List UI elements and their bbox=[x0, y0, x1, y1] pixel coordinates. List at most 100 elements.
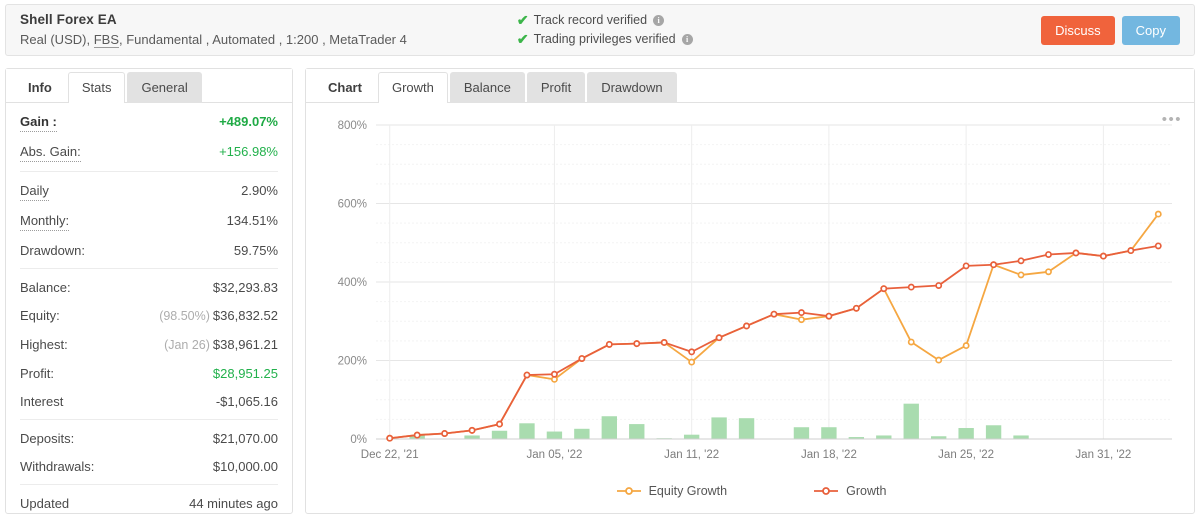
chart-point[interactable] bbox=[468, 426, 476, 434]
chart-point[interactable] bbox=[496, 420, 503, 428]
stat-value-wrap: 59.75% bbox=[234, 242, 278, 259]
page-title: Shell Forex EA bbox=[20, 12, 117, 27]
chart-line-equity-growth bbox=[389, 213, 1159, 440]
chart-point[interactable] bbox=[1017, 257, 1025, 265]
chart-point[interactable] bbox=[1154, 210, 1162, 218]
chart-tab-growth[interactable]: Growth bbox=[377, 72, 448, 103]
account-header: Shell Forex EA Real (USD), FBS, Fundamen… bbox=[5, 4, 1195, 56]
x-axis-tick-label: Jan 05, '22 bbox=[526, 449, 582, 461]
chart-point[interactable] bbox=[633, 340, 641, 348]
chart-point[interactable] bbox=[797, 309, 805, 317]
stat-value-wrap: $21,070.00 bbox=[213, 430, 278, 447]
stats-tab-stats[interactable]: Stats bbox=[67, 72, 126, 103]
chart-point[interactable] bbox=[825, 312, 833, 320]
stat-row: Highest: (Jan 26) $38,961.21 bbox=[20, 330, 278, 359]
stat-value: $21,070.00 bbox=[212, 431, 278, 446]
discuss-button[interactable]: Discuss bbox=[1041, 15, 1115, 45]
growth-chart[interactable]: 0% 200% 400% 600% 800% Dec 22, '21 Jan 05, '22… bbox=[324, 117, 1176, 467]
stat-row: Balance: $32,293.83 bbox=[20, 273, 278, 301]
stat-row: Deposits: $21,070.00 bbox=[20, 424, 278, 452]
stat-label[interactable]: Daily bbox=[20, 182, 49, 201]
chart-point[interactable] bbox=[715, 334, 723, 342]
account-meta: Real (USD), FBS, Fundamental , Automated… bbox=[20, 30, 407, 49]
chart-point[interactable] bbox=[688, 358, 696, 366]
divider bbox=[20, 419, 278, 420]
legend-label: Growth bbox=[846, 484, 887, 498]
stat-label[interactable]: Monthly: bbox=[20, 212, 70, 231]
chart-point[interactable] bbox=[907, 283, 915, 291]
copy-button[interactable]: Copy bbox=[1121, 15, 1180, 45]
chart-point[interactable] bbox=[1099, 252, 1107, 260]
chart-point[interactable] bbox=[880, 285, 888, 293]
chart-point[interactable] bbox=[962, 342, 970, 350]
stat-label[interactable]: Abs. Gain: bbox=[20, 143, 81, 162]
chart-point[interactable] bbox=[523, 371, 531, 379]
stat-row: Updated 44 minutes ago bbox=[20, 489, 278, 517]
chart-tab-profit[interactable]: Profit bbox=[526, 72, 586, 103]
y-axis-tick-label: 600% bbox=[338, 199, 367, 211]
stat-row: Daily 2.90% bbox=[20, 176, 278, 206]
account-type: Real (USD), bbox=[20, 32, 91, 47]
chart-point[interactable] bbox=[660, 338, 668, 346]
chart-container: ••• 0% 200% 400% 600% 800% Dec 22, '21 Jan 05,… bbox=[306, 103, 1196, 514]
track-record-verified-row: ✔ Track record verified i bbox=[517, 11, 1041, 30]
account-meta-rest: , Fundamental , Automated , 1:200 , Meta… bbox=[119, 32, 407, 47]
x-axis-tick-label: Dec 22, '21 bbox=[361, 449, 419, 461]
chart-tab-chart[interactable]: Chart bbox=[314, 72, 376, 103]
legend-item-equity-growth[interactable]: Equity Growth bbox=[616, 484, 728, 498]
stats-tab-info[interactable]: Info bbox=[14, 72, 66, 103]
chart-point[interactable] bbox=[550, 370, 558, 378]
chart-point[interactable] bbox=[935, 282, 943, 289]
chart-point[interactable] bbox=[413, 431, 421, 439]
account-page: Shell Forex EA Real (USD), FBS, Fundamen… bbox=[0, 0, 1200, 518]
legend-item-growth[interactable]: Growth bbox=[813, 484, 886, 498]
stats-list: Gain : +489.07% Abs. Gain: +156.98% Daily 2.9… bbox=[6, 103, 292, 518]
chart-bar bbox=[821, 427, 837, 439]
stat-label: Updated bbox=[20, 496, 70, 511]
chart-bar bbox=[985, 425, 1002, 439]
stat-value-wrap: (Jan 26) $38,961.21 bbox=[164, 336, 278, 354]
chart-point[interactable] bbox=[962, 262, 970, 270]
chart-point[interactable] bbox=[605, 340, 613, 348]
y-axis-tick-label: 400% bbox=[338, 277, 367, 289]
chart-tab-balance[interactable]: Balance bbox=[449, 72, 525, 103]
legend-label: Equity Growth bbox=[648, 484, 728, 498]
broker-link[interactable]: FBS bbox=[93, 32, 119, 48]
chart-point[interactable] bbox=[441, 430, 449, 437]
chart-point[interactable] bbox=[1045, 268, 1052, 276]
stats-tabs: Info Stats General bbox=[6, 69, 292, 103]
stat-label: Deposits: bbox=[20, 431, 75, 446]
chart-point[interactable] bbox=[770, 310, 778, 318]
chart-line-growth bbox=[389, 245, 1159, 440]
y-axis-tick-label: 800% bbox=[338, 120, 367, 132]
stat-value: $10,000.00 bbox=[212, 459, 278, 474]
chart-point[interactable] bbox=[935, 356, 943, 364]
divider bbox=[20, 171, 278, 172]
stat-label[interactable]: Gain : bbox=[20, 113, 57, 132]
info-icon[interactable]: i bbox=[681, 34, 693, 45]
chart-point[interactable] bbox=[1017, 271, 1025, 279]
chart-point[interactable] bbox=[386, 434, 394, 442]
chart-point[interactable] bbox=[1127, 247, 1135, 255]
stat-label: Drawdown: bbox=[20, 243, 86, 258]
chart-point[interactable] bbox=[990, 261, 998, 269]
stat-value: $32,293.83 bbox=[212, 280, 278, 295]
chart-bar bbox=[793, 427, 810, 439]
chart-point[interactable] bbox=[907, 338, 915, 346]
chart-point[interactable] bbox=[688, 348, 696, 356]
chart-point[interactable] bbox=[797, 316, 805, 324]
chart-bar bbox=[683, 434, 700, 439]
chart-bar bbox=[876, 435, 892, 439]
chart-bar bbox=[546, 431, 563, 439]
chart-point[interactable] bbox=[1154, 242, 1162, 250]
chart-point[interactable] bbox=[1045, 251, 1052, 258]
check-icon: ✔ bbox=[516, 12, 529, 28]
chart-tab-drawdown[interactable]: Drawdown bbox=[587, 72, 677, 103]
stats-tab-general[interactable]: General bbox=[127, 72, 202, 103]
chart-point[interactable] bbox=[1072, 249, 1080, 257]
chart-point[interactable] bbox=[743, 322, 751, 330]
chart-point[interactable] bbox=[578, 355, 586, 362]
info-icon[interactable]: i bbox=[653, 15, 665, 26]
stat-value-wrap: $10,000.00 bbox=[213, 458, 278, 475]
chart-point[interactable] bbox=[852, 304, 860, 312]
